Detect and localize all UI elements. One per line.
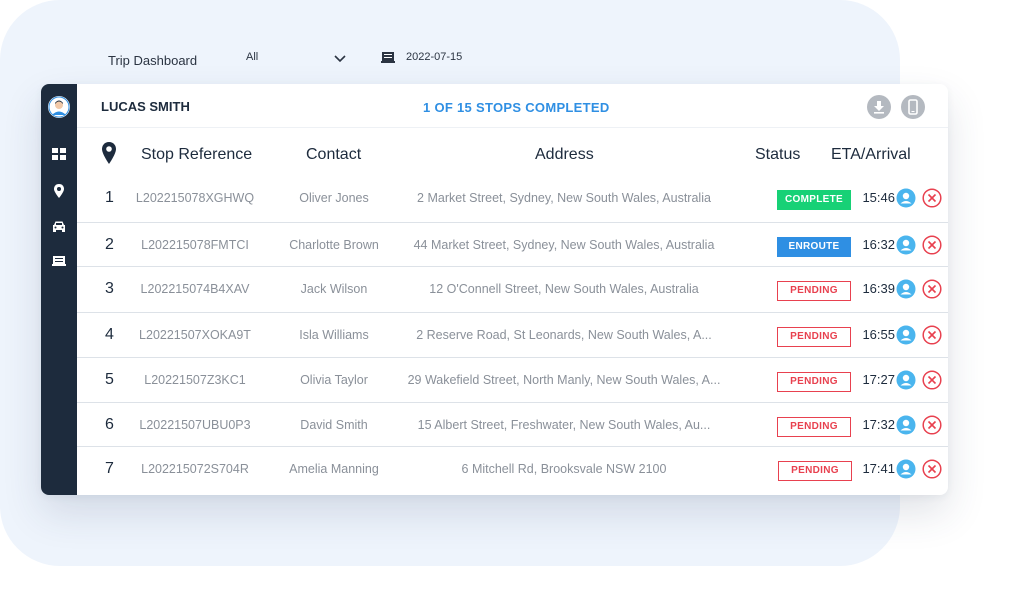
column-header-status[interactable]: Status (755, 146, 800, 164)
stop-number: 4 (105, 326, 114, 343)
stop-address: 44 Market Street, Sydney, New South Wale… (413, 238, 715, 252)
table-row[interactable]: 6 L20221507UBU0P3 David Smith 15 Albert Str… (77, 402, 948, 446)
table-row[interactable]: 5 L20221507Z3KC1 Olivia Taylor 29 Wakefield… (77, 357, 948, 401)
contact-name: Olivia Taylor (300, 373, 368, 387)
stop-number: 6 (105, 416, 114, 433)
close-icon[interactable] (922, 325, 942, 345)
eta-time: 16:32 (862, 237, 895, 252)
sidebar (41, 84, 77, 495)
phone-icon (908, 99, 918, 115)
status-badge: COMPLETE (777, 190, 851, 210)
status-badge: PENDING (777, 372, 851, 392)
panel-header: LUCAS SMITH 1 OF 15 STOPS COMPLETED (77, 84, 948, 128)
close-icon[interactable] (922, 279, 942, 299)
map-pin-icon[interactable] (51, 183, 67, 199)
table-row[interactable]: 7 L202215072S704R Amelia Manning 6 Mitchell… (77, 446, 948, 490)
chevron-down-icon (334, 55, 346, 63)
stop-address: 29 Wakefield Street, North Manly, New So… (407, 373, 721, 387)
stop-reference[interactable]: L202215078FMTCI (135, 223, 255, 267)
contact-user-icon[interactable] (896, 415, 916, 435)
column-header-address[interactable]: Address (535, 146, 594, 164)
stop-reference[interactable]: L20221507UBU0P3 (135, 403, 255, 447)
stop-reference[interactable]: L202215072S704R (135, 447, 255, 491)
status-badge: PENDING (778, 461, 852, 481)
contact-user-icon[interactable] (896, 235, 916, 255)
driver-name: LUCAS SMITH (101, 99, 190, 114)
download-icon (874, 101, 884, 114)
stop-reference[interactable]: L202215074B4XAV (135, 267, 255, 311)
stop-reference[interactable]: L202215078XGHWQ (135, 176, 255, 220)
status-badge: PENDING (777, 327, 851, 347)
contact-name: Amelia Manning (289, 462, 379, 476)
page-title: Trip Dashboard (108, 53, 198, 68)
eta-time: 15:46 (862, 190, 895, 205)
filter-select[interactable]: All (246, 50, 356, 70)
close-icon[interactable] (922, 459, 942, 479)
stop-number: 1 (105, 189, 114, 206)
date-value[interactable]: 2022-07-15 (406, 51, 462, 63)
truck-icon[interactable] (51, 253, 67, 269)
table-row[interactable]: 4 L20221507XOKA9T Isla Williams 2 Reserve R… (77, 312, 948, 356)
column-header-contact[interactable]: Contact (306, 146, 361, 164)
close-icon[interactable] (922, 370, 942, 390)
column-header-stop-reference[interactable]: Stop Reference (141, 146, 252, 164)
stop-reference[interactable]: L20221507XOKA9T (135, 313, 255, 357)
contact-user-icon[interactable] (896, 325, 916, 345)
top-bar: Trip Dashboard All 2022-07-15 (0, 0, 900, 84)
download-button[interactable] (867, 95, 891, 119)
stop-number: 3 (105, 280, 114, 297)
dashboard-icon[interactable] (51, 146, 67, 162)
stop-address: 15 Albert Street, Freshwater, New South … (417, 418, 711, 432)
stop-number: 7 (105, 460, 114, 477)
eta-time: 16:39 (862, 281, 895, 296)
contact-name: Charlotte Brown (289, 238, 379, 252)
calendar-icon[interactable] (381, 50, 395, 64)
contact-user-icon[interactable] (896, 370, 916, 390)
filter-select-value: All (246, 51, 259, 63)
close-icon[interactable] (922, 415, 942, 435)
contact-name: Jack Wilson (300, 282, 368, 296)
contact-name: Oliver Jones (299, 191, 369, 205)
stops-summary: 1 OF 15 STOPS COMPLETED (423, 100, 610, 115)
contact-user-icon[interactable] (896, 459, 916, 479)
mobile-button[interactable] (901, 95, 925, 119)
stop-number: 2 (105, 236, 114, 253)
column-header-eta[interactable]: ETA/Arrival (831, 146, 911, 164)
user-avatar-icon[interactable] (48, 96, 70, 118)
status-badge: ENROUTE (777, 237, 851, 257)
stop-address: 2 Reserve Road, St Leonards, New South W… (416, 328, 712, 342)
table-row[interactable]: 2 L202215078FMTCI Charlotte Brown 44 Market… (77, 222, 948, 266)
car-icon[interactable] (51, 218, 67, 234)
table-row[interactable]: 1 L202215078XGHWQ Oliver Jones 2 Market Str… (77, 176, 948, 220)
contact-name: David Smith (300, 418, 368, 432)
table-row[interactable]: 3 L202215074B4XAV Jack Wilson 12 O'Connell … (77, 266, 948, 310)
status-badge: PENDING (777, 417, 851, 437)
contact-user-icon[interactable] (896, 188, 916, 208)
stop-address: 12 O'Connell Street, New South Wales, Au… (429, 282, 699, 296)
eta-time: 17:41 (862, 461, 895, 476)
contact-user-icon[interactable] (896, 279, 916, 299)
stop-address: 2 Market Street, Sydney, New South Wales… (417, 191, 711, 205)
close-icon[interactable] (922, 188, 942, 208)
eta-time: 16:55 (862, 327, 895, 342)
eta-time: 17:27 (862, 372, 895, 387)
stops-panel: LUCAS SMITH 1 OF 15 STOPS COMPLETED Stop… (41, 84, 948, 495)
contact-name: Isla Williams (299, 328, 369, 342)
stop-number: 5 (105, 371, 114, 388)
status-badge: PENDING (777, 281, 851, 301)
eta-time: 17:32 (862, 417, 895, 432)
stop-address: 6 Mitchell Rd, Brooksvale NSW 2100 (461, 462, 667, 476)
stop-reference[interactable]: L20221507Z3KC1 (135, 358, 255, 402)
map-pin-icon (102, 142, 116, 164)
close-icon[interactable] (922, 235, 942, 255)
